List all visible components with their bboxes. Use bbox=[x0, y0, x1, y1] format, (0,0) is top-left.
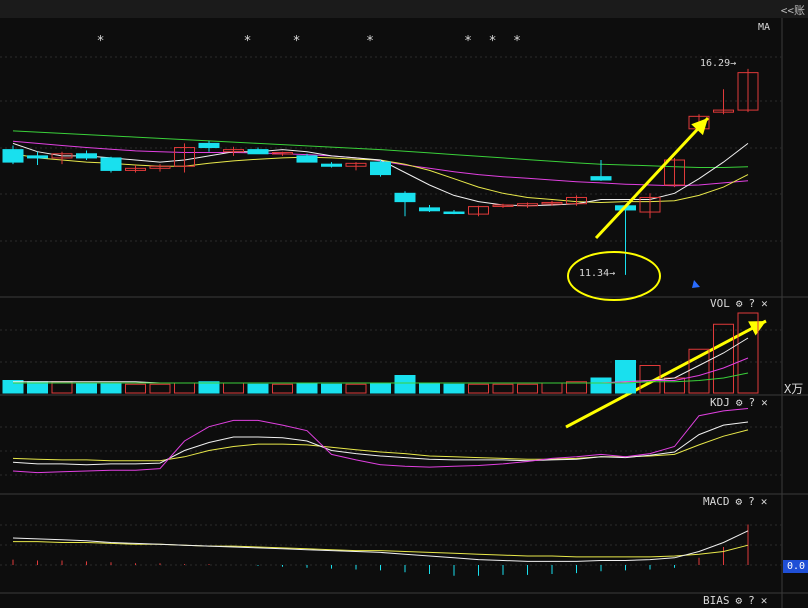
ma-indicator-label[interactable]: MA bbox=[758, 22, 770, 33]
vol-controls: VOL ⚙ ? ✕ bbox=[710, 297, 768, 310]
candle-body bbox=[2, 149, 24, 163]
low-price-label: 11.34→ bbox=[579, 268, 615, 279]
macd-dea-line bbox=[13, 541, 749, 558]
macd-indicator-label[interactable]: MACD bbox=[703, 495, 730, 508]
candle-body bbox=[321, 163, 342, 167]
low-price-value: 11.34 bbox=[579, 268, 610, 279]
kdj-indicator-label[interactable]: KDJ bbox=[710, 396, 730, 409]
help-icon[interactable]: ? bbox=[749, 396, 756, 409]
close-icon[interactable]: ✕ bbox=[761, 495, 768, 508]
vol-indicator-label[interactable]: VOL bbox=[710, 297, 730, 310]
star-marker: * bbox=[489, 34, 497, 49]
volume-bar bbox=[443, 383, 465, 394]
help-icon[interactable]: ? bbox=[748, 594, 755, 607]
kdj-k-line bbox=[12, 421, 749, 466]
volume-bar bbox=[419, 382, 440, 394]
close-icon[interactable]: ✕ bbox=[761, 297, 768, 310]
macd-controls: MACD ⚙ ? ✕ bbox=[703, 495, 767, 508]
star-marker: * bbox=[513, 34, 521, 49]
volume-bar bbox=[541, 382, 563, 394]
gear-icon[interactable]: ⚙ bbox=[736, 396, 743, 409]
volume-bar bbox=[296, 382, 318, 394]
star-marker: * bbox=[366, 34, 374, 49]
gear-icon[interactable]: ⚙ bbox=[736, 594, 743, 607]
annotation-arrow-price bbox=[594, 116, 710, 240]
volume-bar bbox=[76, 382, 97, 394]
volume-bar bbox=[517, 383, 538, 394]
volume-bar bbox=[2, 380, 24, 394]
candle-body bbox=[443, 211, 465, 215]
volume-bar bbox=[272, 383, 293, 394]
volume-bar bbox=[125, 383, 146, 394]
star-marker: * bbox=[293, 34, 301, 49]
volume-bar bbox=[394, 375, 416, 394]
volume-ma-white bbox=[13, 337, 749, 384]
bias-indicator-label[interactable]: BIAS bbox=[703, 594, 730, 607]
star-marker: * bbox=[97, 34, 105, 49]
candle-body bbox=[198, 142, 220, 149]
kdj-j-line bbox=[12, 408, 749, 474]
volume-unit-label: X万 bbox=[784, 382, 804, 396]
star-marker: * bbox=[244, 34, 252, 49]
bias-controls: BIAS ⚙ ? ✕ bbox=[703, 594, 767, 607]
candle-body bbox=[27, 155, 48, 159]
gear-icon[interactable]: ⚙ bbox=[736, 495, 743, 508]
volume-bar bbox=[590, 377, 612, 394]
volume-bar bbox=[223, 382, 244, 394]
volume-bar bbox=[468, 383, 489, 394]
volume-bar bbox=[345, 383, 367, 394]
volume-bar bbox=[615, 360, 636, 394]
candle-body bbox=[247, 149, 269, 155]
volume-bar bbox=[247, 383, 269, 394]
kdj-controls: KDJ ⚙ ? ✕ bbox=[710, 396, 768, 409]
stock-chart: * * * * * * * bbox=[0, 18, 808, 608]
high-price-label: 16.29→ bbox=[700, 58, 736, 69]
star-marker: * bbox=[464, 34, 472, 49]
cursor-marker bbox=[692, 280, 700, 288]
annotation-arrow-volume bbox=[565, 319, 767, 429]
volume-bar bbox=[370, 382, 391, 394]
candle-body bbox=[296, 155, 318, 163]
volume-bar bbox=[321, 383, 342, 394]
help-icon[interactable]: ? bbox=[749, 297, 756, 310]
volume-bar bbox=[149, 383, 171, 394]
candle-body bbox=[394, 192, 416, 203]
arrow-icon: → bbox=[609, 268, 616, 279]
volume-bar bbox=[713, 323, 734, 394]
help-icon[interactable]: ? bbox=[748, 495, 755, 508]
volume-bar bbox=[100, 382, 122, 394]
macd-axis-value: 0.0 bbox=[783, 560, 808, 573]
gear-icon[interactable]: ⚙ bbox=[736, 297, 743, 310]
candle-body bbox=[100, 157, 122, 171]
volume-bar bbox=[174, 382, 195, 394]
candle-body bbox=[590, 176, 612, 181]
arrow-icon: → bbox=[730, 58, 737, 69]
high-price-value: 16.29 bbox=[700, 58, 731, 69]
candle-body bbox=[419, 207, 440, 212]
volume-bar bbox=[492, 383, 514, 394]
candle-body bbox=[370, 161, 391, 176]
candle-body bbox=[76, 153, 97, 159]
close-icon[interactable]: ✕ bbox=[761, 594, 768, 607]
close-icon[interactable]: ✕ bbox=[761, 396, 768, 409]
